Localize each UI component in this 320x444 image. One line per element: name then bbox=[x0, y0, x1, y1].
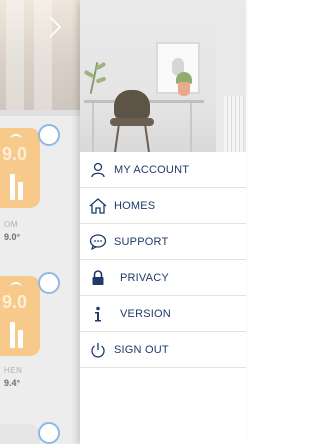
room-label: HEN bbox=[4, 366, 23, 375]
drawer-menu: MY ACCOUNT HOMES SUPPORT PRIVACY VERSION bbox=[80, 152, 246, 368]
room-temp: 9.4° bbox=[4, 378, 21, 388]
room-temp: 9.0° bbox=[4, 232, 21, 242]
room-card-temp: 9.0 bbox=[2, 292, 28, 312]
room-toggle[interactable] bbox=[38, 124, 60, 146]
room-card[interactable]: 9.0 bbox=[0, 128, 40, 208]
menu-item-sign-out[interactable]: SIGN OUT bbox=[80, 332, 246, 368]
user-icon bbox=[88, 160, 108, 180]
wifi-icon bbox=[10, 134, 22, 142]
room-label: OM bbox=[4, 220, 18, 229]
menu-item-homes[interactable]: HOMES bbox=[80, 188, 246, 224]
menu-item-label: HOMES bbox=[114, 199, 156, 212]
power-icon bbox=[88, 340, 108, 360]
room-toggle[interactable] bbox=[38, 422, 60, 444]
room-card-temp: 9.0 bbox=[2, 144, 28, 164]
menu-item-version[interactable]: VERSION bbox=[80, 296, 246, 332]
chevron-right-icon[interactable] bbox=[48, 16, 62, 38]
menu-item-label: VERSION bbox=[120, 307, 171, 320]
menu-item-support[interactable]: SUPPORT bbox=[80, 224, 246, 260]
chat-support-icon bbox=[88, 232, 108, 252]
room-card[interactable] bbox=[0, 424, 40, 444]
info-icon bbox=[88, 304, 108, 324]
menu-item-label: SIGN OUT bbox=[114, 343, 169, 356]
lock-icon bbox=[88, 268, 108, 288]
room-toggle[interactable] bbox=[38, 272, 60, 294]
menu-item-label: MY ACCOUNT bbox=[114, 163, 190, 176]
menu-item-privacy[interactable]: PRIVACY bbox=[80, 260, 246, 296]
room-card[interactable]: 9.0 bbox=[0, 276, 40, 356]
navigation-drawer: MY ACCOUNT HOMES SUPPORT PRIVACY VERSION bbox=[80, 0, 246, 444]
drawer-header-image bbox=[80, 0, 246, 152]
home-icon bbox=[88, 196, 108, 216]
background-app: 9.0 OM 9.0° 9.0 HEN 9.4° bbox=[0, 0, 80, 444]
menu-item-my-account[interactable]: MY ACCOUNT bbox=[80, 152, 246, 188]
wifi-icon bbox=[10, 282, 22, 290]
background-header-image bbox=[0, 0, 80, 110]
menu-item-label: SUPPORT bbox=[114, 235, 169, 248]
menu-item-label: PRIVACY bbox=[120, 271, 169, 284]
